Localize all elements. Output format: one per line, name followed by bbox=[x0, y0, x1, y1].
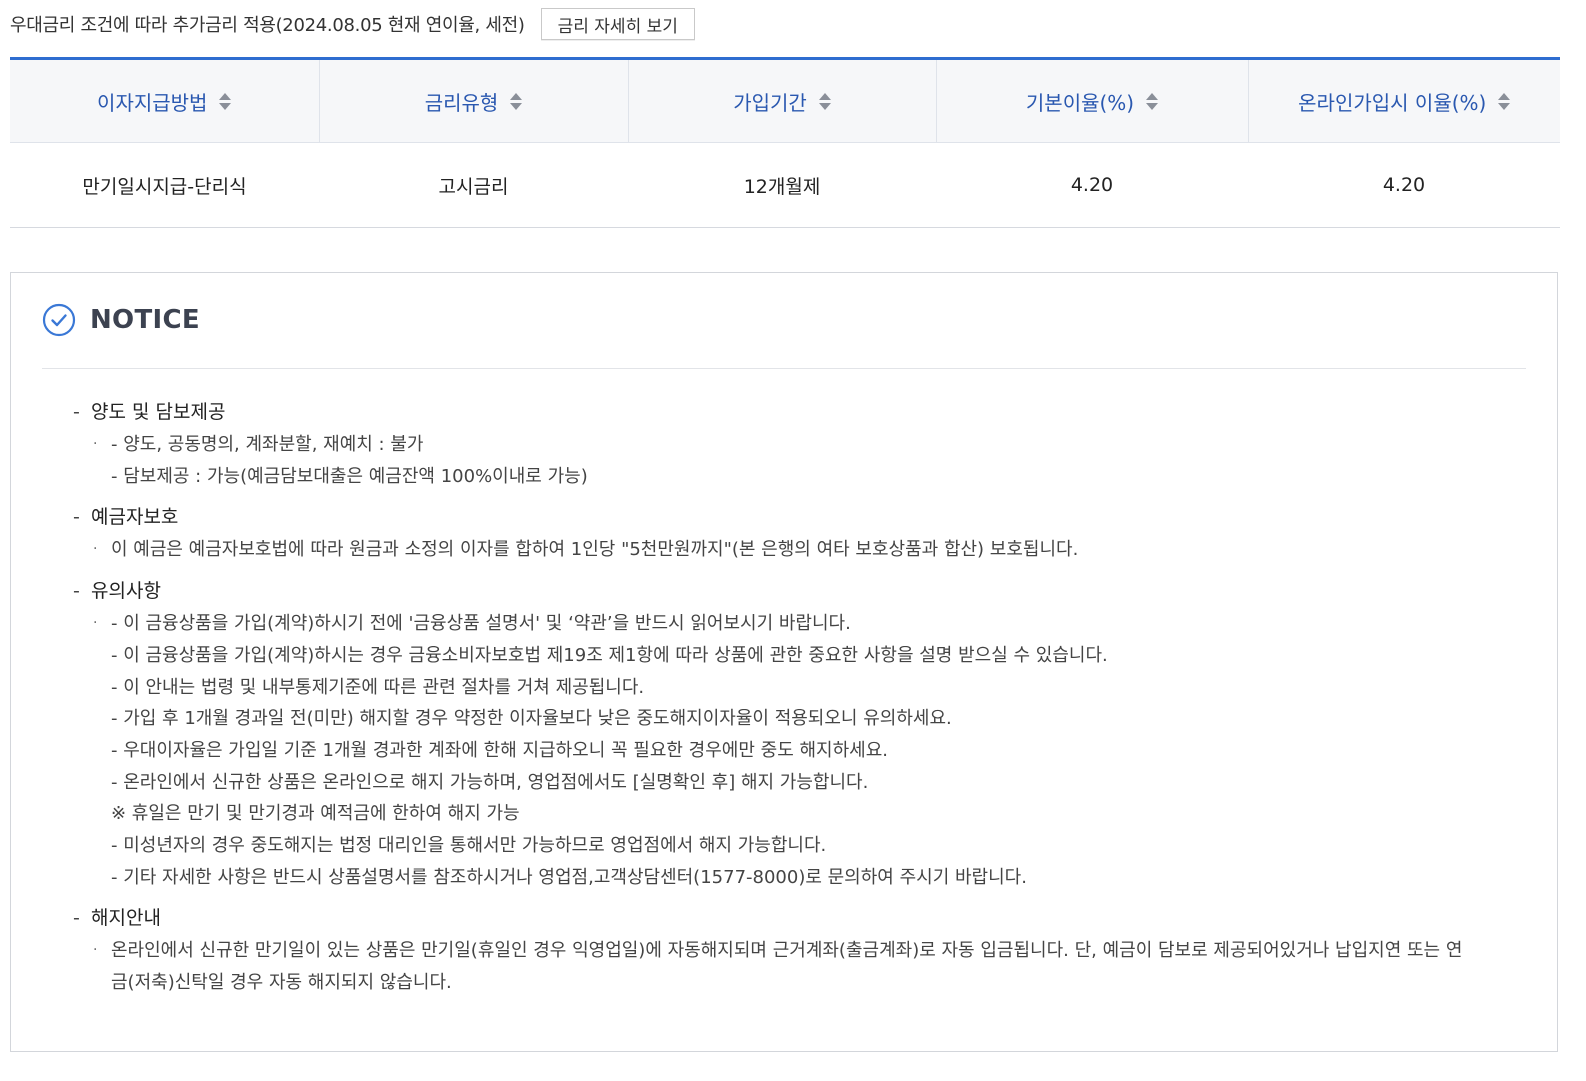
bullet-dot-icon: · bbox=[93, 541, 98, 558]
notice-section-depositor-protection: - 예금자보호 · 이 예금은 예금자보호법에 따라 원금과 소정의 이자를 합하여… bbox=[73, 502, 1523, 566]
list-item: - 담보제공 : 가능(예금담보대출은 예금잔액 100%이내로 가능) bbox=[93, 461, 1523, 493]
sort-icon[interactable] bbox=[510, 92, 523, 110]
dash-marker: - bbox=[73, 401, 80, 423]
sort-icon[interactable] bbox=[1498, 92, 1511, 110]
section-title: - 양도 및 담보제공 bbox=[73, 397, 1523, 427]
list-item: · - 이 금융상품을 가입(계약)하시기 전에 '금융상품 설명서' 및 ‘약관… bbox=[93, 608, 1523, 640]
list-item-text: - 가입 후 1개월 경과일 전(미만) 해지할 경우 약정한 이자율보다 낮은… bbox=[111, 708, 952, 730]
section-list: · 온라인에서 신규한 만기일이 있는 상품은 만기일(휴일인 경우 익영업일)에… bbox=[73, 935, 1523, 998]
page: 우대금리 조건에 따라 추가금리 적용(2024.08.05 현재 연이율, 세… bbox=[0, 0, 1586, 1081]
notice-title: NOTICE bbox=[90, 305, 200, 335]
column-header-interest-payment[interactable]: 이자지급방법 bbox=[10, 57, 320, 143]
sort-icon[interactable] bbox=[1146, 92, 1159, 110]
list-item-text: - 온라인에서 신규한 상품은 온라인으로 해지 가능하며, 영업점에서도 [실… bbox=[111, 771, 869, 793]
list-item: - 미성년자의 경우 중도해지는 법정 대리인을 통해서만 가능하므로 영업점에… bbox=[93, 830, 1523, 862]
notice-content: - 양도 및 담보제공 · - 양도, 공동명의, 계좌분할, 재예치 : 불가 -… bbox=[73, 397, 1523, 1009]
dash-marker: - bbox=[73, 506, 80, 529]
dash-marker: - bbox=[73, 580, 80, 603]
list-item: - 가입 후 1개월 경과일 전(미만) 해지할 경우 약정한 이자율보다 낮은… bbox=[93, 703, 1523, 735]
bullet-dot-icon: · bbox=[93, 615, 98, 632]
list-item-text: - 미성년자의 경우 중도해지는 법정 대리인을 통해서만 가능하므로 영업점에… bbox=[111, 835, 827, 857]
section-title: - 해지안내 bbox=[73, 903, 1523, 933]
list-item-text: - 양도, 공동명의, 계좌분할, 재예치 : 불가 bbox=[111, 434, 424, 455]
section-list: · 이 예금은 예금자보호법에 따라 원금과 소정의 이자를 합하여 1인당 "5… bbox=[73, 534, 1523, 566]
cell-online-rate: 4.20 bbox=[1248, 142, 1560, 228]
section-list: · - 양도, 공동명의, 계좌분할, 재예치 : 불가 - 담보제공 : 가능(… bbox=[73, 429, 1523, 492]
list-item-text: 이 예금은 예금자보호법에 따라 원금과 소정의 이자를 합하여 1인당 "5천… bbox=[111, 539, 1079, 561]
section-title-text: 유의사항 bbox=[91, 580, 161, 603]
list-item: - 온라인에서 신규한 상품은 온라인으로 해지 가능하며, 영업점에서도 [실… bbox=[93, 767, 1523, 799]
column-header-term[interactable]: 가입기간 bbox=[628, 57, 937, 143]
list-item-text: - 담보제공 : 가능(예금담보대출은 예금잔액 100%이내로 가능) bbox=[111, 465, 588, 487]
column-header-label: 금리유형 bbox=[424, 90, 499, 115]
list-item-text: - 이 금융상품을 가입(계약)하시기 전에 '금융상품 설명서' 및 ‘약관’… bbox=[111, 613, 851, 635]
list-item-text: - 기타 자세한 사항은 반드시 상품설명서를 참조하시거나 영업점,고객상담센… bbox=[111, 866, 1027, 888]
notice-box: NOTICE - 양도 및 담보제공 · - 양도, 공동명의, 계좌분할, 재예치… bbox=[10, 272, 1558, 1052]
bullet-dot-icon: · bbox=[93, 436, 98, 452]
column-header-label: 기본이율(%) bbox=[1025, 90, 1135, 115]
column-header-label: 온라인가입시 이율(%) bbox=[1298, 90, 1487, 115]
section-title-text: 예금자보호 bbox=[91, 506, 179, 529]
check-circle-icon bbox=[42, 303, 76, 337]
dash-marker: - bbox=[73, 907, 80, 930]
notice-section-termination: - 해지안내 · 온라인에서 신규한 만기일이 있는 상품은 만기일(휴일인 경우 … bbox=[73, 903, 1523, 998]
list-item-text: - 이 금융상품을 가입(계약)하시는 경우 금융소비자보호법 제19조 제1항… bbox=[111, 644, 1108, 666]
notice-divider bbox=[42, 368, 1526, 369]
notice-header: NOTICE bbox=[42, 303, 200, 337]
cell-rate-type: 고시금리 bbox=[319, 142, 628, 228]
rate-note: 우대금리 조건에 따라 추가금리 적용(2024.08.05 현재 연이율, 세… bbox=[10, 8, 695, 40]
section-title-text: 해지안내 bbox=[91, 907, 161, 930]
rate-detail-button[interactable]: 금리 자세히 보기 bbox=[540, 8, 695, 40]
list-item: · 이 예금은 예금자보호법에 따라 원금과 소정의 이자를 합하여 1인당 "5… bbox=[93, 534, 1523, 566]
list-item-text: - 이 안내는 법령 및 내부통제기준에 따른 관련 절차를 거쳐 제공됩니다. bbox=[111, 676, 645, 698]
list-item: - 기타 자세한 사항은 반드시 상품설명서를 참조하시거나 영업점,고객상담센… bbox=[93, 862, 1523, 894]
rate-table: 이자지급방법 금리유형 가입기간 기본이율(%) 온라인가입시 이율(%) 만기… bbox=[10, 57, 1560, 228]
list-item: · 온라인에서 신규한 만기일이 있는 상품은 만기일(휴일인 경우 익영업일)에… bbox=[93, 935, 1523, 998]
notice-section-cautions: - 유의사항 · - 이 금융상품을 가입(계약)하시기 전에 '금융상품 설명서'… bbox=[73, 576, 1523, 893]
table-header-row: 이자지급방법 금리유형 가입기간 기본이율(%) 온라인가입시 이율(%) bbox=[10, 57, 1560, 143]
cell-interest-payment: 만기일시지급-단리식 bbox=[10, 142, 319, 228]
column-header-rate-type[interactable]: 금리유형 bbox=[319, 57, 629, 143]
section-title-text: 양도 및 담보제공 bbox=[91, 401, 226, 423]
list-item-text: 온라인에서 신규한 만기일이 있는 상품은 만기일(휴일인 경우 익영업일)에 … bbox=[111, 940, 1463, 994]
section-title: - 유의사항 bbox=[73, 576, 1523, 606]
bullet-dot-icon: · bbox=[93, 942, 98, 959]
rate-note-text: 우대금리 조건에 따라 추가금리 적용(2024.08.05 현재 연이율, 세… bbox=[10, 15, 525, 36]
sort-icon[interactable] bbox=[818, 92, 831, 110]
list-item: ※ 휴일은 만기 및 만기경과 예적금에 한하여 해지 가능 bbox=[93, 798, 1523, 830]
list-item-text: - 우대이자율은 가입일 기준 1개월 경과한 계좌에 한해 지급하오니 꼭 필… bbox=[111, 739, 889, 761]
section-title: - 예금자보호 bbox=[73, 502, 1523, 532]
cell-base-rate: 4.20 bbox=[936, 142, 1248, 228]
list-item-text: ※ 휴일은 만기 및 만기경과 예적금에 한하여 해지 가능 bbox=[111, 803, 520, 825]
list-item: · - 양도, 공동명의, 계좌분할, 재예치 : 불가 bbox=[93, 429, 1523, 461]
list-item: - 우대이자율은 가입일 기준 1개월 경과한 계좌에 한해 지급하오니 꼭 필… bbox=[93, 735, 1523, 767]
table-row: 만기일시지급-단리식 고시금리 12개월제 4.20 4.20 bbox=[10, 142, 1560, 228]
cell-term: 12개월제 bbox=[628, 142, 936, 228]
notice-section-transfer: - 양도 및 담보제공 · - 양도, 공동명의, 계좌분할, 재예치 : 불가 -… bbox=[73, 397, 1523, 492]
column-header-online-rate[interactable]: 온라인가입시 이율(%) bbox=[1248, 57, 1560, 143]
section-list: · - 이 금융상품을 가입(계약)하시기 전에 '금융상품 설명서' 및 ‘약관… bbox=[73, 608, 1523, 893]
column-header-label: 가입기간 bbox=[733, 90, 807, 115]
sort-icon[interactable] bbox=[219, 92, 232, 110]
list-item: - 이 금융상품을 가입(계약)하시는 경우 금융소비자보호법 제19조 제1항… bbox=[93, 640, 1523, 672]
column-header-label: 이자지급방법 bbox=[97, 90, 208, 115]
column-header-base-rate[interactable]: 기본이율(%) bbox=[936, 57, 1249, 143]
list-item: - 이 안내는 법령 및 내부통제기준에 따른 관련 절차를 거쳐 제공됩니다. bbox=[93, 672, 1523, 704]
